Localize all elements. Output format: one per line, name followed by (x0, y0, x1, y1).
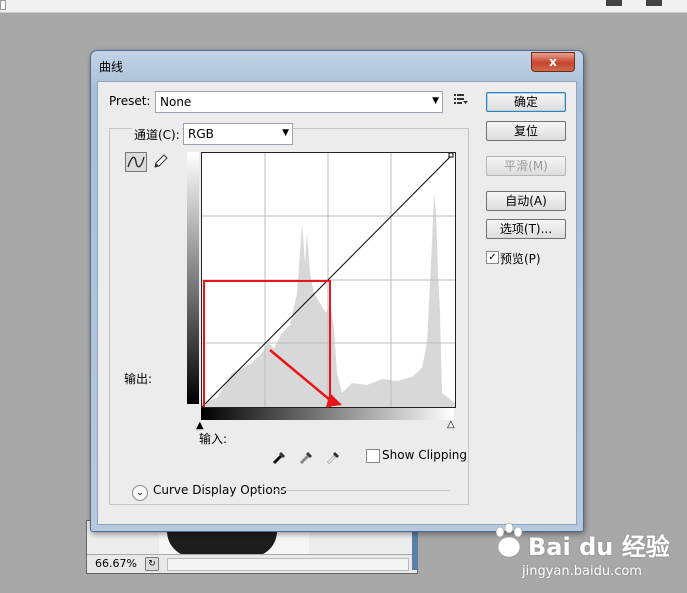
dialog-title: 曲线 (99, 60, 124, 74)
ok-button[interactable]: 确定 (486, 92, 566, 112)
preset-label: Preset: (109, 94, 151, 108)
horizontal-scrollbar[interactable] (167, 558, 409, 571)
channel-select[interactable]: RGB ▼ (183, 123, 293, 145)
preview-checkbox[interactable]: ✓ (486, 251, 499, 264)
curve-graph[interactable] (201, 152, 456, 410)
app-top-strip (0, 0, 687, 13)
white-point-eyedropper-icon (326, 452, 339, 465)
reset-button[interactable]: 复位 (486, 121, 566, 141)
close-icon: x (549, 55, 557, 69)
show-clipping-label[interactable]: Show Clipping (382, 448, 467, 462)
divider (272, 490, 450, 491)
white-point-eyedropper[interactable] (326, 449, 342, 465)
curve-graph-svg (201, 152, 455, 410)
black-point-eyedropper[interactable] (272, 449, 288, 465)
smooth-button[interactable]: 平滑(M) (486, 156, 566, 176)
curve-tool-icon (127, 156, 145, 168)
baidu-watermark: Bai du 经验 jingyan.baidu.com (492, 517, 672, 587)
chevron-down-icon: ▼ (282, 128, 289, 138)
show-clipping-checkbox[interactable] (366, 449, 380, 463)
preview-label[interactable]: 预览(P) (500, 250, 541, 267)
dialog-body: Preset: None ▼ 通道(C): RGB ▼ 输出: ▲ △ 输入: … (97, 81, 577, 525)
status-menu-icon[interactable]: ↻ (145, 557, 159, 571)
paw-logo-icon (495, 522, 523, 558)
output-label: 输出: (124, 372, 153, 386)
watermark-url: jingyan.baidu.com (522, 564, 642, 579)
pencil-tool-button[interactable] (151, 152, 169, 170)
app-strip-box (0, 0, 6, 10)
auto-button[interactable]: 自动(A) (486, 191, 566, 211)
preset-menu-icon[interactable] (454, 94, 468, 107)
curve-display-options-label[interactable]: Curve Display Options (153, 483, 287, 497)
gray-point-eyedropper[interactable] (299, 449, 315, 465)
chevron-down-icon: ⌄ (136, 488, 144, 498)
white-point-slider[interactable]: △ (447, 419, 455, 430)
close-button[interactable]: x (531, 52, 575, 72)
channel-value: RGB (188, 127, 214, 141)
app-strip-icon (646, 0, 662, 6)
pencil-tool-icon (154, 154, 168, 168)
gray-point-eyedropper-icon (299, 452, 312, 465)
input-gradient-bar (201, 408, 454, 420)
document-status-bar: 66.67% ↻ (87, 554, 417, 573)
input-label: 输入: (199, 432, 228, 446)
black-point-eyedropper-icon (272, 452, 285, 465)
chevron-down-icon: ▼ (432, 96, 439, 106)
preset-value: None (160, 95, 192, 109)
output-gradient-bar (187, 152, 199, 404)
watermark-logo: Bai du 经验 (528, 533, 670, 561)
preset-select[interactable]: None ▼ (155, 91, 443, 113)
channel-label: 通道(C): (132, 126, 182, 143)
curve-tool-button[interactable] (125, 152, 147, 172)
options-button[interactable]: 选项(T)... (486, 219, 566, 239)
app-strip-icon (606, 0, 622, 6)
curve-display-options-toggle[interactable]: ⌄ (132, 485, 148, 501)
zoom-level[interactable]: 66.67% (95, 557, 137, 570)
curves-dialog: 曲线 x Preset: None ▼ 通道(C): RGB ▼ 输出: ▲ △… (90, 50, 584, 532)
curve-endpoint[interactable] (448, 152, 454, 158)
